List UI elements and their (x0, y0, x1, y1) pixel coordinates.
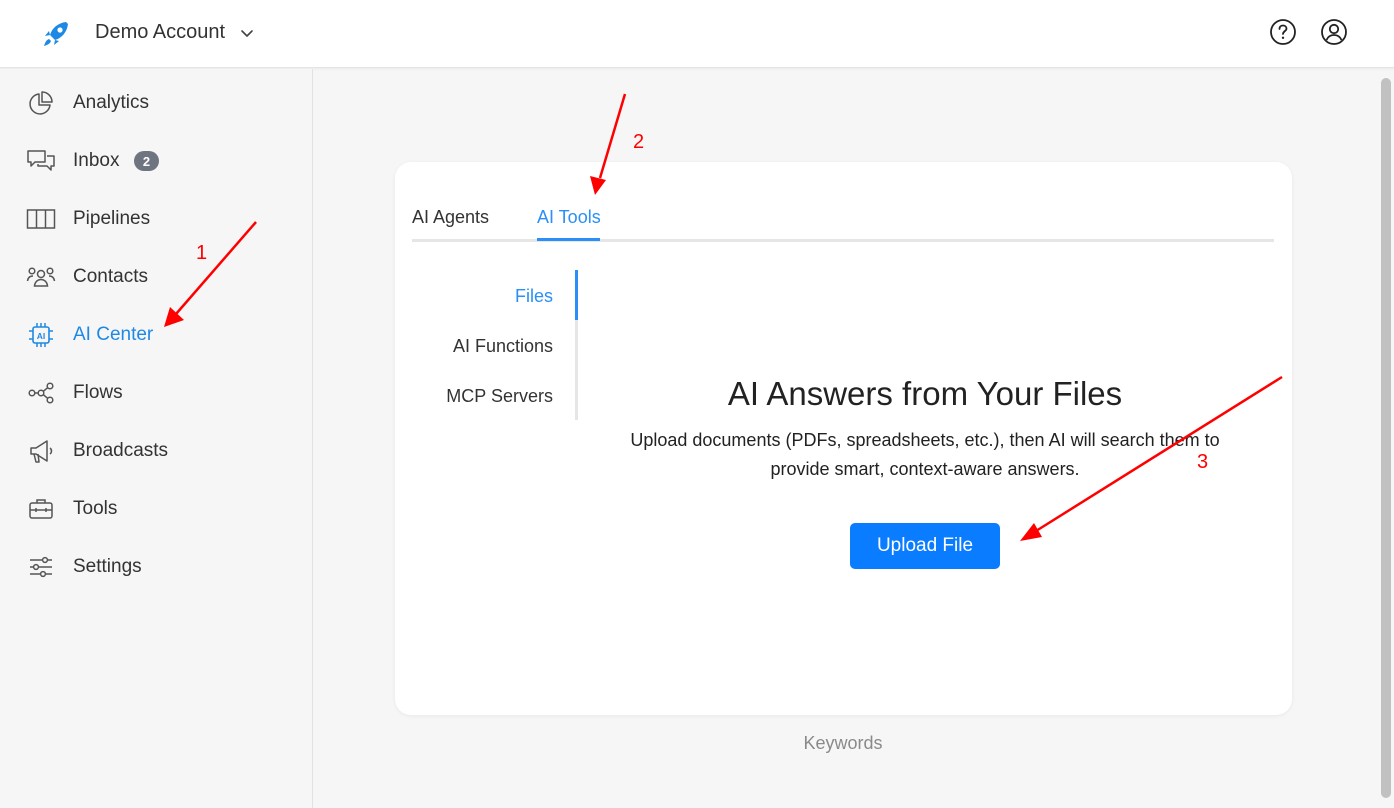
flow-nodes-icon (26, 379, 56, 407)
annotation-number-2: 2 (633, 131, 644, 153)
rocket-logo-icon[interactable] (40, 18, 72, 50)
tab-ai-agents[interactable]: AI Agents (412, 207, 489, 228)
sidebar-item-settings[interactable]: Settings (0, 543, 313, 591)
account-name: Demo Account (95, 21, 226, 43)
active-subnav-indicator (575, 270, 578, 320)
sidebar-item-contacts[interactable]: Contacts (0, 253, 313, 301)
sidebar-item-label: Broadcasts (73, 440, 169, 461)
sidebar-item-label: Analytics (73, 92, 150, 113)
sidebar-item-label: Pipelines (73, 208, 151, 229)
tab-ai-tools[interactable]: AI Tools (537, 207, 601, 228)
toolbox-icon (26, 495, 56, 523)
sidebar-item-label: AI Center (73, 324, 154, 345)
megaphone-icon (26, 437, 56, 465)
empty-state-description: Upload documents (PDFs, spreadsheets, et… (630, 430, 1220, 479)
ai-tools-card: AI Agents AI Tools Files AI Functions MC… (395, 162, 1292, 715)
sidebar-item-broadcasts[interactable]: Broadcasts (0, 427, 313, 475)
sidebar-item-ai-center[interactable]: AI AI Center (0, 311, 313, 359)
sidebar: Analytics Inbox 2 Pipelines Contacts AI … (0, 69, 313, 808)
top-header: Demo Account (0, 0, 1394, 68)
help-icon[interactable] (1269, 18, 1297, 46)
sidebar-item-label: Flows (73, 382, 123, 403)
subnav-files[interactable]: Files (515, 286, 553, 307)
scrollbar-thumb[interactable] (1381, 78, 1391, 798)
sidebar-item-flows[interactable]: Flows (0, 369, 313, 417)
subnav-mcp-servers[interactable]: MCP Servers (446, 386, 553, 407)
sidebar-item-label: Contacts (73, 266, 148, 287)
subnav-ai-functions[interactable]: AI Functions (453, 336, 553, 357)
ai-chip-icon: AI (26, 321, 56, 349)
svg-text:AI: AI (37, 331, 46, 341)
user-account-icon[interactable] (1320, 18, 1348, 46)
people-icon (26, 263, 56, 291)
sidebar-item-label: Settings (73, 556, 142, 577)
keywords-link[interactable]: Keywords (743, 733, 943, 754)
active-tab-indicator (537, 238, 600, 241)
sidebar-item-label: Inbox (73, 150, 120, 171)
chevron-down-icon (241, 29, 253, 37)
sidebar-item-tools[interactable]: Tools (0, 485, 313, 533)
columns-icon (26, 205, 56, 233)
chat-bubbles-icon (26, 147, 56, 175)
inbox-count-badge: 2 (134, 151, 159, 171)
sidebar-item-pipelines[interactable]: Pipelines (0, 195, 313, 243)
pie-chart-icon (26, 89, 56, 117)
page-scrollbar[interactable] (1380, 72, 1392, 808)
account-switcher[interactable]: Demo Account (95, 21, 255, 44)
sidebar-item-label: Tools (73, 498, 118, 519)
upload-file-button[interactable]: Upload File (850, 523, 1000, 569)
sidebar-item-analytics[interactable]: Analytics (0, 79, 313, 127)
sidebar-item-inbox[interactable]: Inbox 2 (0, 137, 313, 185)
empty-state-title: AI Answers from Your Files (727, 375, 1123, 412)
sliders-icon (26, 553, 56, 581)
